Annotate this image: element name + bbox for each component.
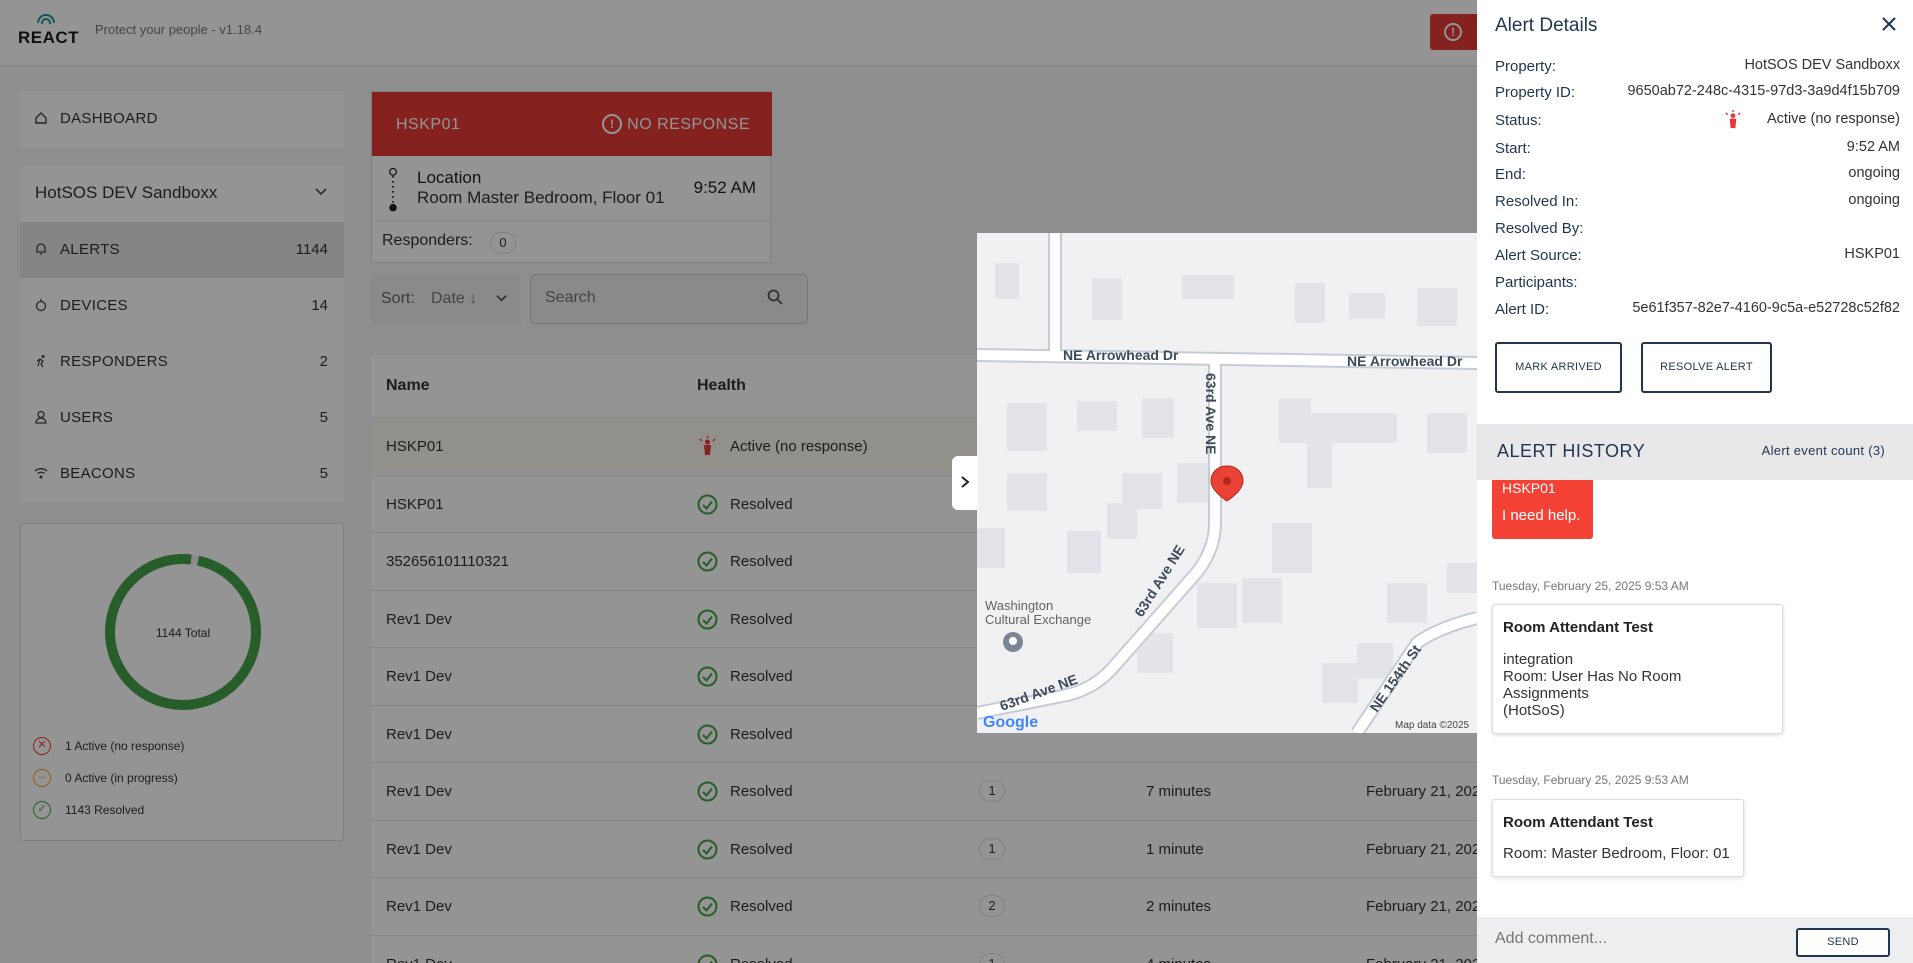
history-message-card: Room Attendant Test integration Room: Us… — [1492, 604, 1783, 734]
resolve-alert-button[interactable]: RESOLVE ALERT — [1641, 342, 1772, 393]
alert-location-map[interactable]: NE Arrowhead Dr NE Arrowhead Dr 63rd Ave… — [977, 233, 1477, 733]
message-text: I need help. — [1502, 507, 1581, 524]
message-text: integration Room: User Has No Room Assig… — [1503, 651, 1682, 719]
detail-value: ongoing — [1848, 165, 1900, 181]
siren-icon — [1723, 110, 1743, 130]
close-icon[interactable] — [1877, 13, 1901, 37]
alert-history-header: ALERT HISTORY Alert event count (3) — [1477, 424, 1913, 480]
detail-label: Start: — [1495, 140, 1531, 157]
detail-value: 5e61f357-82e7-4160-9c5a-e52728c52f82 — [1632, 300, 1900, 316]
message-timestamp: Tuesday, February 25, 2025 9:53 AM — [1492, 579, 1689, 593]
message-sender: HSKP01 — [1502, 480, 1556, 496]
message-timestamp: Tuesday, February 25, 2025 9:53 AM — [1492, 773, 1689, 787]
detail-label: Alert ID: — [1495, 301, 1550, 318]
alert-details-panel: Alert Details Property: HotSOS DEV Sandbo… — [1477, 0, 1913, 963]
detail-value: 9:52 AM — [1846, 139, 1900, 155]
map-attribution: Map data ©2025 — [1395, 720, 1470, 731]
detail-label: Alert Source: — [1495, 247, 1582, 264]
poi-label-line2: Cultural Exchange — [985, 612, 1091, 627]
detail-value: ongoing — [1848, 192, 1900, 208]
detail-label: Property ID: — [1495, 84, 1576, 101]
alert-history-title: ALERT HISTORY — [1497, 441, 1646, 461]
history-message-card: Room Attendant Test Room: Master Bedroom… — [1492, 799, 1744, 877]
street-label: NE Arrowhead Dr — [1347, 353, 1463, 369]
detail-label: Property: — [1495, 58, 1556, 75]
detail-value: HotSOS DEV Sandboxx — [1744, 57, 1900, 73]
mark-arrived-button[interactable]: MARK ARRIVED — [1495, 342, 1622, 393]
alert-event-count: Alert event count (3) — [1761, 443, 1885, 458]
message-text: Room: Master Bedroom, Floor: 01 — [1503, 845, 1730, 862]
message-sender: Room Attendant Test — [1503, 619, 1653, 636]
panel-title: Alert Details — [1495, 15, 1598, 36]
history-message-alert: HSKP01 I need help. — [1492, 480, 1593, 539]
detail-value: Active (no response) — [1767, 111, 1900, 127]
poi-marker-icon[interactable] — [1003, 632, 1023, 652]
map-canvas[interactable]: NE Arrowhead Dr NE Arrowhead Dr 63rd Ave… — [977, 233, 1477, 733]
street-label: 63rd Ave NE — [1203, 373, 1219, 454]
detail-label: Participants: — [1495, 274, 1578, 291]
chevron-right-icon — [961, 476, 970, 488]
comment-bar: SEND — [1477, 917, 1913, 963]
detail-value: 9650ab72-248c-4315-97d3-3a9d4f15b709 — [1627, 83, 1900, 99]
message-sender: Room Attendant Test — [1503, 814, 1653, 831]
collapse-map-button[interactable] — [952, 456, 978, 510]
comment-input[interactable] — [1495, 930, 1775, 948]
detail-value: HSKP01 — [1844, 246, 1900, 262]
google-logo: Google — [983, 714, 1038, 731]
detail-label: Status: — [1495, 112, 1542, 129]
detail-label: End: — [1495, 166, 1526, 183]
detail-label: Resolved By: — [1495, 220, 1584, 237]
send-button[interactable]: SEND — [1796, 928, 1890, 957]
detail-label: Resolved In: — [1495, 193, 1579, 210]
street-label: NE Arrowhead Dr — [1063, 347, 1179, 363]
poi-label-line1: Washington — [985, 598, 1053, 613]
